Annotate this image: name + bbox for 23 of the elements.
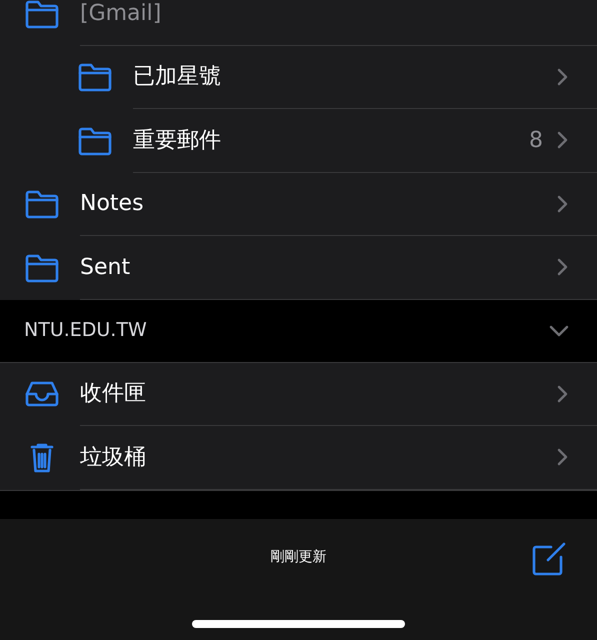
folder-label[interactable]: Notes	[80, 187, 557, 220]
folder-icon	[24, 252, 60, 283]
chevron-right-icon	[557, 68, 569, 86]
folder-label[interactable]: 重要郵件	[133, 124, 529, 157]
compose-icon[interactable]	[531, 540, 567, 576]
unread-count: 8	[529, 126, 543, 155]
chevron-right-icon	[557, 448, 569, 466]
folder-label: [Gmail]	[80, 0, 162, 28]
chevron-right-icon	[557, 384, 569, 403]
inbox-icon	[24, 379, 60, 410]
account-header[interactable]: NTU.EDU.TW	[24, 316, 549, 345]
status-text: 剛剛更新	[270, 548, 326, 566]
folder-label[interactable]: Sent	[80, 250, 557, 284]
folder-icon	[77, 126, 113, 156]
chevron-right-icon	[557, 194, 569, 213]
folder-label[interactable]: 已加星號	[133, 60, 557, 94]
folder-icon	[24, 189, 60, 220]
chevron-right-icon	[557, 258, 569, 276]
folder-label[interactable]: 垃圾桶	[80, 440, 557, 474]
folder-icon	[24, 0, 60, 29]
chevron-right-icon	[557, 131, 569, 150]
folder-label[interactable]: 收件匣	[80, 377, 557, 410]
folder-icon	[77, 62, 113, 92]
